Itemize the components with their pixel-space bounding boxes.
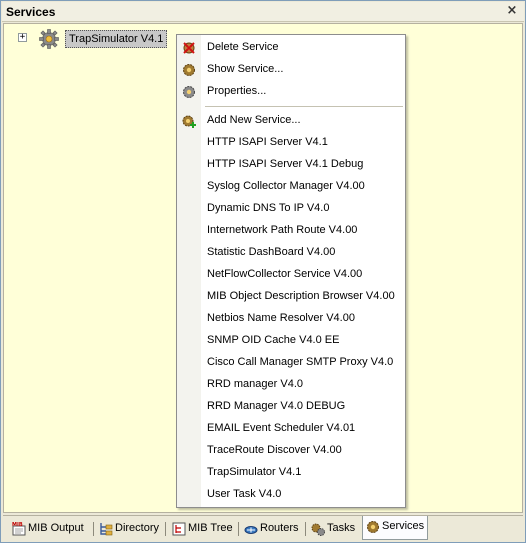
menu-item-label: Properties... [207, 85, 267, 97]
tab-label: MIB Tree [188, 522, 233, 534]
menu-item-service[interactable]: HTTP ISAPI Server V4.1 [177, 132, 405, 154]
menu-item-service[interactable]: Cisco Call Manager SMTP Proxy V4.0 [177, 352, 405, 374]
tab-label: Routers [260, 522, 299, 534]
tab-separator [93, 522, 94, 536]
menu-item-service[interactable]: User Task V4.0 [177, 484, 405, 506]
svg-text:MIB: MIB [12, 522, 23, 528]
tasks-icon [311, 523, 325, 536]
menu-item-service[interactable]: Internetwork Path Route V4.00 [177, 220, 405, 242]
close-icon[interactable]: × [505, 4, 519, 18]
mib-icon: MIB [12, 522, 26, 536]
menu-item-label: Show Service... [207, 63, 284, 75]
menu-item-add-new-service[interactable]: Add New Service... [177, 110, 405, 132]
menu-item-label: Dynamic DNS To IP V4.0 [207, 202, 330, 214]
menu-item-label: EMAIL Event Scheduler V4.01 [207, 422, 356, 434]
gear-icon [39, 29, 59, 49]
directory-icon [100, 523, 113, 536]
menu-item-show-service[interactable]: Show Service... [177, 59, 405, 81]
menu-item-label: TrapSimulator V4.1 [207, 466, 302, 478]
menu-item-service[interactable]: RRD manager V4.0 [177, 374, 405, 396]
menu-item-service[interactable]: SNMP OID Cache V4.0 EE [177, 330, 405, 352]
menu-item-service[interactable]: HTTP ISAPI Server V4.1 Debug [177, 154, 405, 176]
menu-item-label: Delete Service [207, 41, 279, 53]
menu-item-service[interactable]: Dynamic DNS To IP V4.0 [177, 198, 405, 220]
tab-services[interactable]: Services [362, 516, 428, 540]
menu-separator [205, 106, 403, 107]
tab-tasks[interactable]: Tasks [308, 518, 360, 540]
tab-mib-tree[interactable]: MIB Tree [169, 518, 235, 540]
menu-item-label: SNMP OID Cache V4.0 EE [207, 334, 340, 346]
services-icon [367, 521, 379, 533]
tab-mib-output[interactable]: MIB MIB Output [9, 518, 91, 540]
menu-item-service[interactable]: Netbios Name Resolver V4.00 [177, 308, 405, 330]
routers-icon [244, 526, 258, 534]
menu-item-label: HTTP ISAPI Server V4.1 Debug [207, 158, 364, 170]
services-window: Services × + TrapSimulator V4.1 Delete S… [0, 0, 526, 543]
menu-item-label: Add New Service... [207, 114, 301, 126]
tab-routers[interactable]: Routers [241, 518, 303, 540]
gear-properties-icon [183, 86, 195, 98]
menu-item-service[interactable]: NetFlowCollector Service V4.00 [177, 264, 405, 286]
menu-item-service[interactable]: EMAIL Event Scheduler V4.01 [177, 418, 405, 440]
menu-item-label: User Task V4.0 [207, 488, 282, 500]
menu-item-label: Netbios Name Resolver V4.00 [207, 312, 355, 324]
menu-item-label: Cisco Call Manager SMTP Proxy V4.0 [207, 356, 394, 368]
menu-item-properties[interactable]: Properties... [177, 81, 405, 103]
gear-add-icon [182, 115, 196, 128]
tab-separator [165, 522, 166, 536]
tab-separator [305, 522, 306, 536]
tab-separator [238, 522, 239, 536]
expand-icon[interactable]: + [18, 33, 27, 42]
window-titlebar: Services × [2, 2, 524, 22]
menu-item-label: RRD Manager V4.0 DEBUG [207, 400, 346, 412]
tree-node-label[interactable]: TrapSimulator V4.1 [65, 30, 168, 48]
menu-item-service[interactable]: RRD Manager V4.0 DEBUG [177, 396, 405, 418]
gear-delete-icon [183, 42, 195, 54]
context-menu: Delete Service Show Service... Propertie… [176, 34, 406, 508]
bottom-tab-bar: MIB MIB Output Directory MIB Tree Router… [3, 515, 523, 541]
mib-tree-icon [172, 522, 186, 536]
menu-item-service[interactable]: TraceRoute Discover V4.00 [177, 440, 405, 462]
menu-item-delete-service[interactable]: Delete Service [177, 37, 405, 59]
menu-item-service[interactable]: TrapSimulator V4.1 [177, 462, 405, 484]
menu-item-label: RRD manager V4.0 [207, 378, 303, 390]
menu-item-label: Syslog Collector Manager V4.00 [207, 180, 365, 192]
menu-item-label: HTTP ISAPI Server V4.1 [207, 136, 328, 148]
tab-directory[interactable]: Directory [96, 518, 162, 540]
window-title: Services [6, 5, 56, 19]
menu-item-service[interactable]: MIB Object Description Browser V4.00 [177, 286, 405, 308]
tab-label: Directory [115, 522, 160, 534]
menu-item-label: MIB Object Description Browser V4.00 [207, 290, 395, 302]
menu-item-label: NetFlowCollector Service V4.00 [207, 268, 363, 280]
menu-item-service[interactable]: Syslog Collector Manager V4.00 [177, 176, 405, 198]
gear-icon [183, 64, 195, 76]
menu-item-label: Statistic DashBoard V4.00 [207, 246, 336, 258]
tab-label: Services [382, 520, 425, 532]
menu-item-service[interactable]: Statistic DashBoard V4.00 [177, 242, 405, 264]
tab-label: Tasks [327, 522, 356, 534]
tab-label: MIB Output [28, 522, 84, 534]
menu-item-label: Internetwork Path Route V4.00 [207, 224, 358, 236]
menu-item-label: TraceRoute Discover V4.00 [207, 444, 342, 456]
